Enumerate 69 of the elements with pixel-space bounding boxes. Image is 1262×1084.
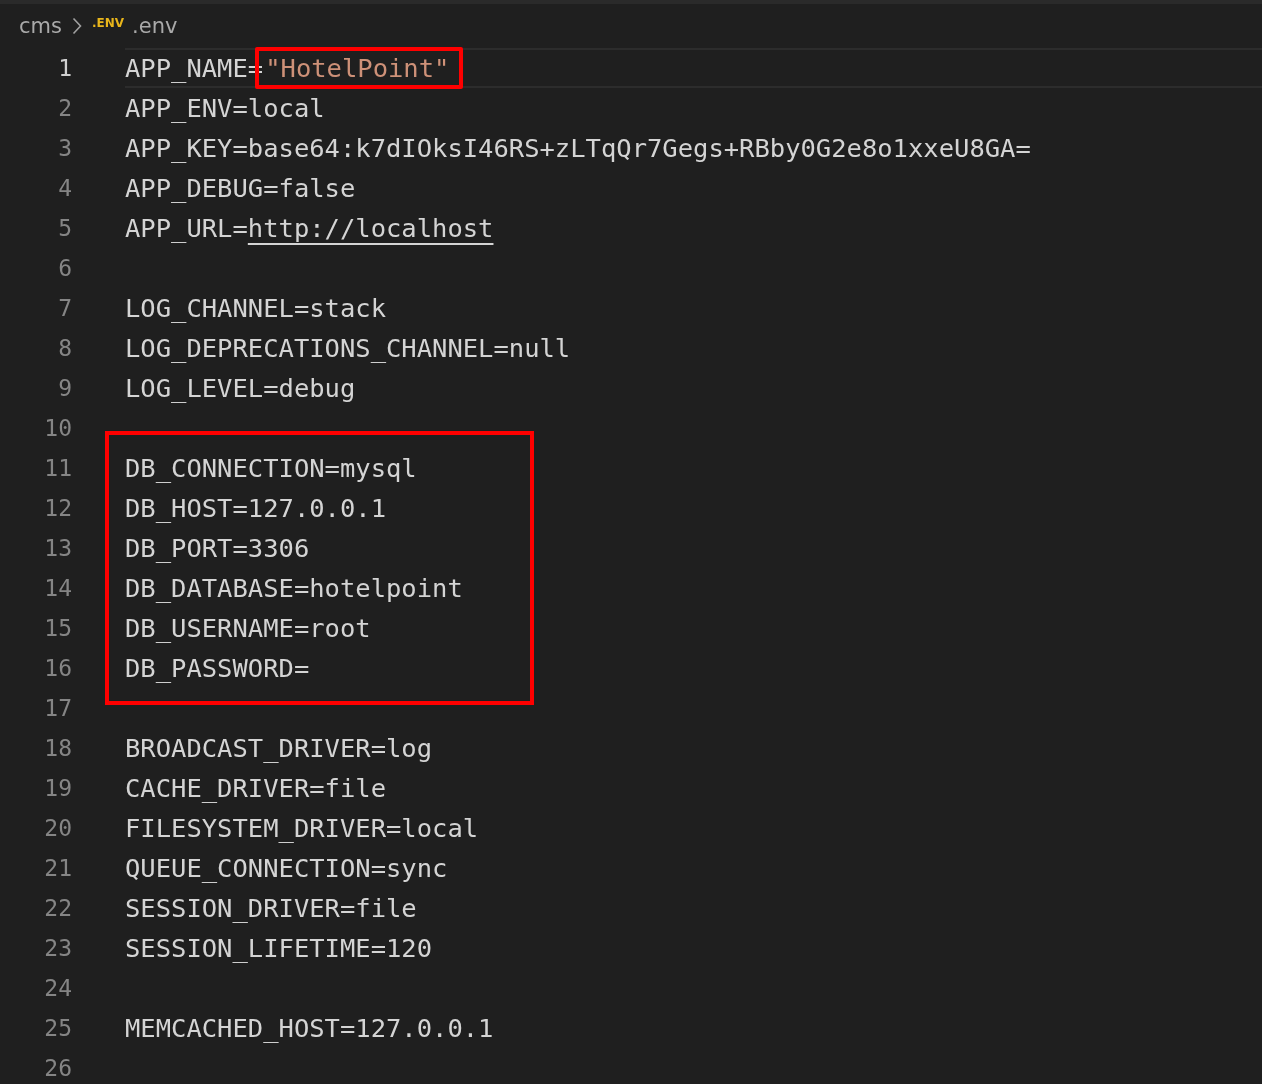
line-number: 3	[58, 135, 72, 161]
env-value: file	[324, 773, 386, 803]
env-value: null	[508, 333, 571, 363]
chevron-right-icon	[71, 17, 82, 35]
env-value: 3306	[247, 533, 310, 563]
env-key: APP_KEY=	[125, 133, 248, 163]
env-value: log	[386, 733, 433, 763]
env-key: LOG_DEPRECATIONS_CHANNEL=	[125, 333, 509, 363]
line-number: 15	[44, 615, 72, 641]
line-number: 26	[44, 1055, 72, 1081]
line-number: 17	[44, 695, 72, 721]
env-value: stack	[309, 293, 386, 323]
line-number: 20	[44, 815, 72, 841]
breadcrumb-folder[interactable]: cms	[19, 14, 62, 38]
env-value: 120	[386, 933, 433, 963]
line-number: 14	[44, 575, 72, 601]
env-key: LOG_LEVEL=	[125, 373, 279, 403]
env-value: hotelpoint	[309, 573, 463, 603]
env-value: local	[401, 813, 479, 843]
env-key: DB_CONNECTION=	[125, 453, 340, 483]
env-key: SESSION_LIFETIME=	[125, 933, 386, 963]
env-key: SESSION_DRIVER=	[125, 893, 356, 923]
line-number: 16	[44, 655, 72, 681]
env-value: 127.0.0.1	[355, 1013, 494, 1043]
env-value: sync	[386, 853, 448, 883]
env-key: APP_URL=	[125, 213, 248, 243]
line-number: 10	[44, 415, 72, 441]
line-number: 19	[44, 775, 72, 801]
env-value: local	[247, 93, 325, 123]
env-value: base64:k7dIOksI46RS+zLTqQr7Gegs+RBby0G2e8o1xxeU8GA=	[247, 133, 1031, 163]
env-value: file	[355, 893, 417, 923]
env-key: QUEUE_CONNECTION=	[125, 853, 386, 883]
env-value: 127.0.0.1	[247, 493, 386, 523]
env-key: DB_DATABASE=	[125, 573, 310, 603]
env-value: false	[278, 173, 356, 203]
line-number: 25	[44, 1015, 72, 1041]
env-key: APP_DEBUG=	[125, 173, 279, 203]
line-number: 23	[44, 935, 72, 961]
env-value: root	[309, 613, 371, 643]
line-number: 13	[44, 535, 72, 561]
env-key: CACHE_DRIVER=	[125, 773, 325, 803]
env-key: BROADCAST_DRIVER=	[125, 733, 386, 763]
line-number: 1	[58, 55, 72, 81]
line-number: 22	[44, 895, 72, 921]
breadcrumb-file[interactable]: .env	[132, 14, 178, 38]
env-key: LOG_CHANNEL=	[125, 293, 310, 323]
env-key: DB_PORT=	[125, 533, 248, 563]
env-key: DB_USERNAME=	[125, 613, 310, 643]
line-number: 7	[58, 295, 72, 321]
env-value: mysql	[339, 453, 417, 483]
line-number: 12	[44, 495, 72, 521]
env-key: FILESYSTEM_DRIVER=	[125, 813, 402, 843]
line-number: 2	[58, 95, 72, 121]
line-number: 6	[58, 255, 72, 281]
line-number: 11	[44, 455, 72, 481]
env-key: DB_PASSWORD=	[125, 653, 310, 683]
line-number: 8	[58, 335, 72, 361]
env-value: debug	[278, 373, 356, 403]
url-link[interactable]: http://localhost	[247, 213, 494, 243]
line-number: 4	[58, 175, 72, 201]
line-number: 9	[58, 375, 72, 401]
env-key: APP_ENV=	[125, 93, 248, 123]
env-key: MEMCACHED_HOST=	[125, 1013, 356, 1043]
line-number: 24	[44, 975, 72, 1001]
env-file-icon: .ENV	[91, 16, 125, 30]
line-number: 21	[44, 855, 72, 881]
line-number: 18	[44, 735, 72, 761]
line-number: 5	[58, 215, 72, 241]
env-key: DB_HOST=	[125, 493, 248, 523]
